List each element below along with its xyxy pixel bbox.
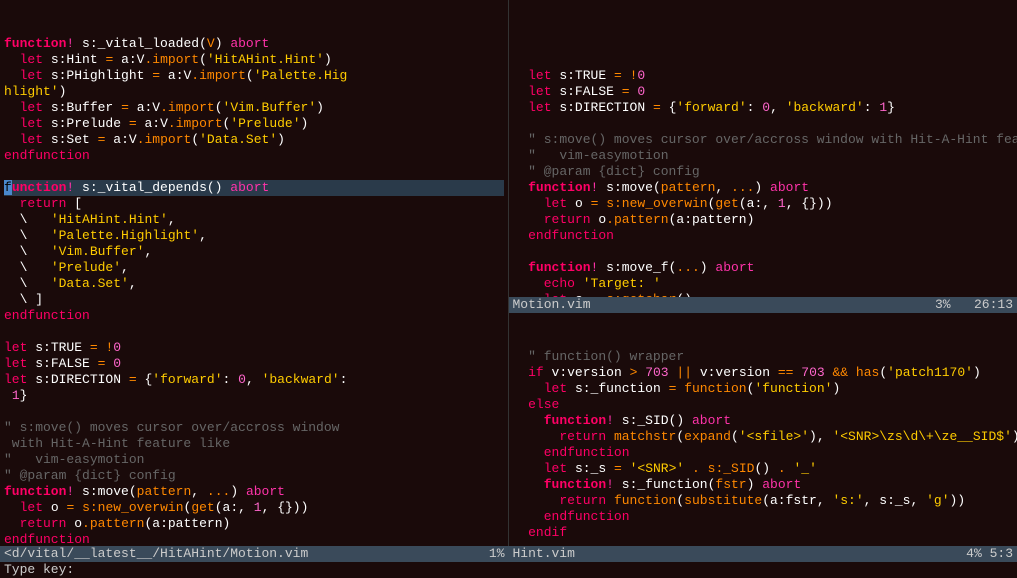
right-bottom-percent: 4% bbox=[966, 546, 982, 561]
right-top-code: let s:TRUE = !0 let s:FALSE = 0 let s:DI… bbox=[509, 64, 1017, 297]
right-bottom-statusbar: Hint.vim 4% 5:3 bbox=[509, 546, 1017, 562]
right-pane[interactable]: let s:TRUE = !0 let s:FALSE = 0 let s:DI… bbox=[509, 0, 1017, 546]
right-top-filename: Motion.vim bbox=[513, 297, 591, 313]
right-bottom-filename: Hint.vim bbox=[513, 546, 575, 562]
right-top-percent: 3% bbox=[935, 297, 951, 312]
left-statusbar: <d/vital/__latest__/HitAHint/Motion.vim … bbox=[0, 546, 509, 562]
right-top-pos: 26:13 bbox=[974, 297, 1013, 312]
right-bottom-pos: 5:3 bbox=[990, 546, 1013, 561]
command-prompt[interactable]: Type key: bbox=[0, 562, 1017, 578]
left-filename: <d/vital/__latest__/HitAHint/Motion.vim bbox=[4, 546, 308, 562]
left-pane[interactable]: function! s:_vital_loaded(V) abort let s… bbox=[0, 0, 509, 546]
left-percent: 1% bbox=[489, 546, 505, 562]
left-code: function! s:_vital_loaded(V) abort let s… bbox=[0, 32, 508, 546]
right-bottom-code: " function() wrapper if v:version > 703 … bbox=[509, 345, 1017, 546]
right-top-statusbar: Motion.vim 3% 26:13 bbox=[509, 297, 1017, 313]
